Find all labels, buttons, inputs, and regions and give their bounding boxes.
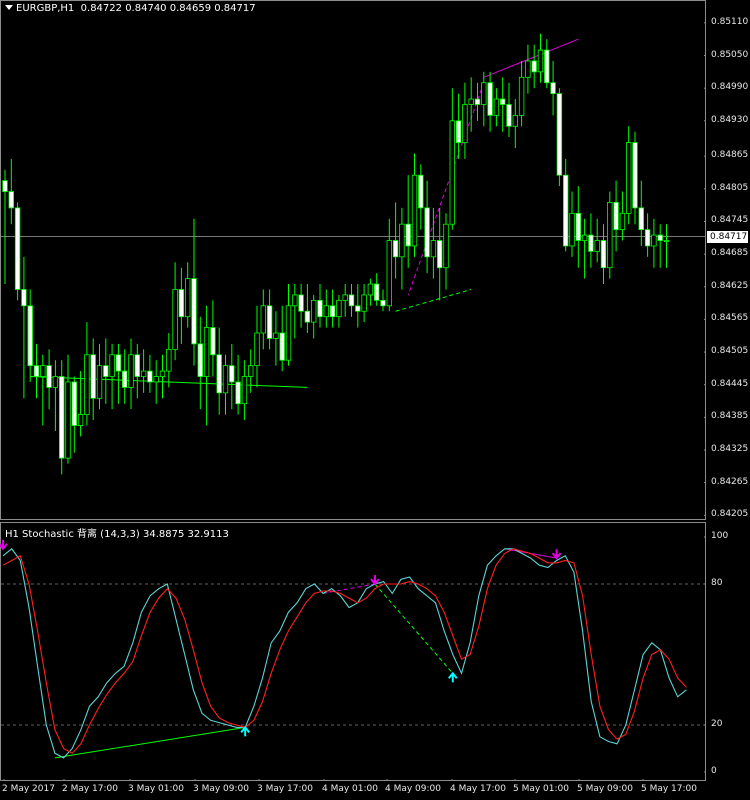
bearish-arrow-icon xyxy=(551,549,562,560)
price-tick-label: 0.84685 xyxy=(711,248,749,259)
price-tick-label: 0.84505 xyxy=(711,346,749,357)
stochastic-divergence-line xyxy=(374,583,454,674)
chart-window[interactable]: EURGBP,H1 0.84722 0.84740 0.84659 0.8471… xyxy=(0,0,750,800)
time-tick-label: 5 May 17:00 xyxy=(641,784,697,794)
price-tick-label: 0.84565 xyxy=(711,313,749,324)
bullish-arrow-icon xyxy=(448,671,458,683)
stochastic-signal-line xyxy=(2,548,687,754)
time-tick-label: 4 May 01:00 xyxy=(322,784,378,794)
bearish-arrow-icon xyxy=(0,539,8,551)
price-tick-label: 0.84625 xyxy=(711,280,749,291)
price-tick-label: 0.84930 xyxy=(711,114,749,125)
time-tick-label: 5 May 01:00 xyxy=(513,784,569,794)
stochastic-main-line xyxy=(2,548,687,759)
level-tick-label: 0 xyxy=(711,766,717,776)
time-tick-label: 3 May 01:00 xyxy=(128,784,184,794)
level-tick-label: 80 xyxy=(711,578,723,588)
time-tick-label: 5 May 09:00 xyxy=(577,784,633,794)
price-tick-label: 0.84385 xyxy=(711,411,749,422)
price-tick-label: 0.84745 xyxy=(711,215,749,226)
current-price-marker: 0.84717 xyxy=(707,230,748,243)
time-tick-label: 2 May 17:00 xyxy=(62,784,118,794)
price-tick-label: 0.84325 xyxy=(711,443,749,454)
time-tick-label: 2 May 2017 xyxy=(2,784,55,794)
level-tick-label: 20 xyxy=(711,719,723,729)
stochastic-divergence-line xyxy=(54,726,246,759)
time-tick-label: 3 May 17:00 xyxy=(257,784,313,794)
price-tick-label: 0.84265 xyxy=(711,476,749,487)
time-tick-label: 3 May 09:00 xyxy=(193,784,249,794)
stochastic-chart-canvas xyxy=(0,536,706,781)
time-tick-label: 4 May 09:00 xyxy=(385,784,441,794)
price-tick-label: 0.84865 xyxy=(711,150,749,161)
price-tick-label: 0.84445 xyxy=(711,378,749,389)
price-tick-label: 0.84990 xyxy=(711,82,749,93)
price-tick-label: 0.85050 xyxy=(711,49,749,60)
price-tick-label: 0.84205 xyxy=(711,509,749,520)
bullish-arrow-icon xyxy=(240,725,250,737)
time-tick-label: 4 May 17:00 xyxy=(450,784,506,794)
price-tick-label: 0.84805 xyxy=(711,182,749,193)
price-tick-label: 0.85110 xyxy=(711,16,749,27)
level-tick-label: 100 xyxy=(711,531,729,541)
